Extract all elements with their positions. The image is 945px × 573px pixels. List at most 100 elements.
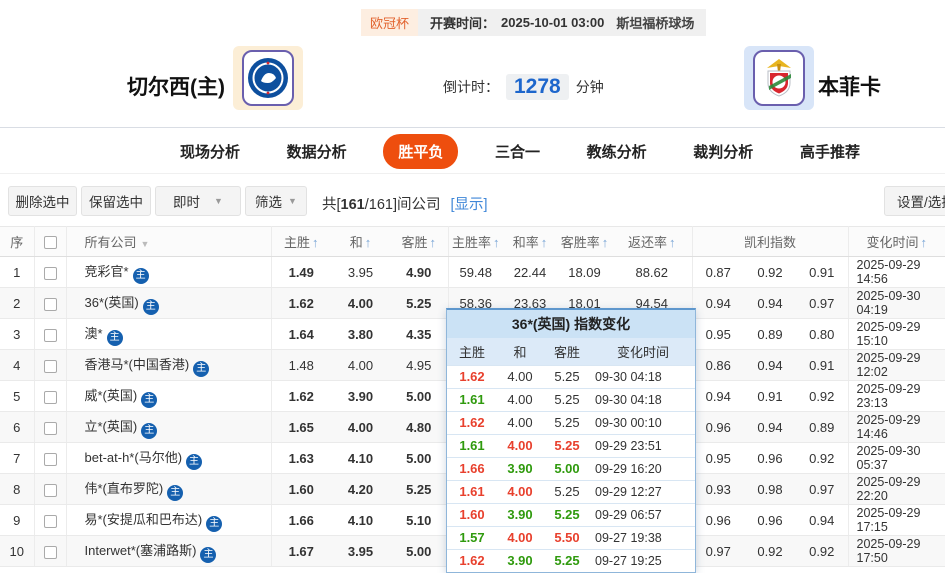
row-index: 2 [0,287,35,319]
filter-caret-icon [141,239,150,249]
draw-odds[interactable]: 4.10 [331,504,390,536]
draw-odds[interactable]: 4.00 [331,411,390,443]
popup-draw-odds: 4.00 [497,433,543,457]
keep-selected-button[interactable]: 保留选中 [81,186,151,216]
main-pick-badge-icon: 主 [141,391,158,408]
kelly-draw: 0.94 [744,349,796,381]
tab-高手推荐[interactable]: 高手推荐 [790,134,870,169]
away-odds[interactable]: 4.90 [390,256,449,288]
company-name[interactable]: bet-at-h*(马尔他) [85,450,183,465]
company-name[interactable]: 竞彩官* [85,264,129,279]
draw-odds[interactable]: 3.95 [331,256,390,288]
filter-dropdown[interactable]: 筛选 ▼ [245,186,307,216]
kelly-draw: 0.96 [744,504,796,536]
header-change-time[interactable]: 变化时间 [848,226,945,257]
popup-home-odds: 1.66 [447,456,497,480]
home-odds[interactable]: 1.60 [271,473,331,505]
row-checkbox[interactable] [43,545,57,559]
away-odds[interactable]: 5.00 [390,535,449,567]
tab-三合一[interactable]: 三合一 [485,134,550,169]
kelly-home: 0.94 [692,287,744,319]
home-odds[interactable]: 1.67 [271,535,331,567]
row-checkbox[interactable] [43,390,57,404]
home-odds[interactable]: 1.62 [271,287,331,319]
draw-odds[interactable]: 4.00 [331,349,390,381]
header-company[interactable]: 所有公司 [66,226,272,257]
company-name[interactable]: 威*(英国) [85,388,138,403]
analysis-tabs: 现场分析 数据分析 胜平负 三合一 教练分析 裁判分析 高手推荐 [170,132,870,170]
row-checkbox[interactable] [43,359,57,373]
tab-胜平负[interactable]: 胜平负 [383,133,459,169]
row-checkbox[interactable] [43,514,57,528]
kelly-home: 0.95 [692,442,744,474]
company-name[interactable]: 立*(英国) [85,419,138,434]
row-checkbox[interactable] [43,266,57,280]
tab-数据分析[interactable]: 数据分析 [277,134,357,169]
row-checkbox[interactable] [43,452,57,466]
delete-selected-button[interactable]: 删除选中 [8,186,77,216]
company-name[interactable]: 36*(英国) [85,295,139,310]
main-pick-badge-icon: 主 [206,515,223,532]
select-all-checkbox[interactable] [43,236,57,250]
sort-up-icon [365,235,372,250]
kelly-away: 0.92 [796,535,849,567]
popup-draw-odds: 4.00 [497,479,543,503]
tab-教练分析[interactable]: 教练分析 [577,134,657,169]
away-odds[interactable]: 5.10 [390,504,449,536]
away-odds[interactable]: 5.25 [390,473,449,505]
live-odds-dropdown[interactable]: 即时 ▼ [155,186,241,216]
draw-odds[interactable]: 3.95 [331,535,390,567]
home-odds[interactable]: 1.64 [271,318,331,350]
header-home-rate[interactable]: 主胜率 [448,226,503,257]
show-link[interactable]: [显示] [451,197,488,213]
venue: 斯坦福桥球场 [616,16,695,31]
popup-draw-odds: 4.00 [497,387,543,411]
draw-odds[interactable]: 3.80 [331,318,390,350]
home-odds[interactable]: 1.66 [271,504,331,536]
header-draw-odds[interactable]: 和 [331,226,390,257]
draw-odds[interactable]: 4.20 [331,473,390,505]
settings-select-button[interactable]: 设置/选择 [884,186,945,216]
popup-change-time: 09-27 19:25 [591,548,695,572]
popup-draw-odds: 4.00 [497,364,543,388]
away-odds[interactable]: 4.80 [390,411,449,443]
away-odds[interactable]: 5.25 [390,287,449,319]
kelly-away: 0.97 [796,473,849,505]
home-odds[interactable]: 1.63 [271,442,331,474]
away-rate: 18.09 [557,256,612,288]
tab-裁判分析[interactable]: 裁判分析 [683,134,763,169]
company-name[interactable]: 澳* [85,326,103,341]
header-home-odds[interactable]: 主胜 [271,226,331,257]
home-odds[interactable]: 1.48 [271,349,331,381]
popup-header-客胜: 客胜 [543,338,591,365]
row-checkbox[interactable] [43,421,57,435]
countdown-label: 倒计时： [443,79,499,95]
home-odds[interactable]: 1.62 [271,380,331,412]
home-odds[interactable]: 1.49 [271,256,331,288]
tab-现场分析[interactable]: 现场分析 [170,134,250,169]
header-draw-rate[interactable]: 和率 [503,226,557,257]
row-checkbox[interactable] [43,483,57,497]
company-name[interactable]: Interwet*(塞浦路斯) [85,543,197,558]
header-away-odds[interactable]: 客胜 [390,226,449,257]
row-checkbox[interactable] [43,297,57,311]
home-odds[interactable]: 1.65 [271,411,331,443]
kelly-away: 0.94 [796,504,849,536]
company-name[interactable]: 伟*(直布罗陀) [85,481,164,496]
row-index: 3 [0,318,35,350]
header-away-rate[interactable]: 客胜率 [557,226,612,257]
company-name[interactable]: 易*(安提瓜和巴布达) [85,512,203,527]
header-return-rate[interactable]: 返还率 [612,226,693,257]
away-odds[interactable]: 5.00 [390,380,449,412]
row-checkbox[interactable] [43,328,57,342]
away-odds[interactable]: 4.35 [390,318,449,350]
away-odds[interactable]: 4.95 [390,349,449,381]
kickoff-time: 2025-10-01 03:00 [501,15,605,30]
away-odds[interactable]: 5.00 [390,442,449,474]
company-name[interactable]: 香港马*(中国香港) [85,357,190,372]
draw-odds[interactable]: 4.00 [331,287,390,319]
draw-odds[interactable]: 3.90 [331,380,390,412]
draw-odds[interactable]: 4.10 [331,442,390,474]
popup-row: 1.66 3.90 5.00 09-29 16:20 [447,456,695,480]
summary-suffix: /161]间公司 [364,197,441,213]
